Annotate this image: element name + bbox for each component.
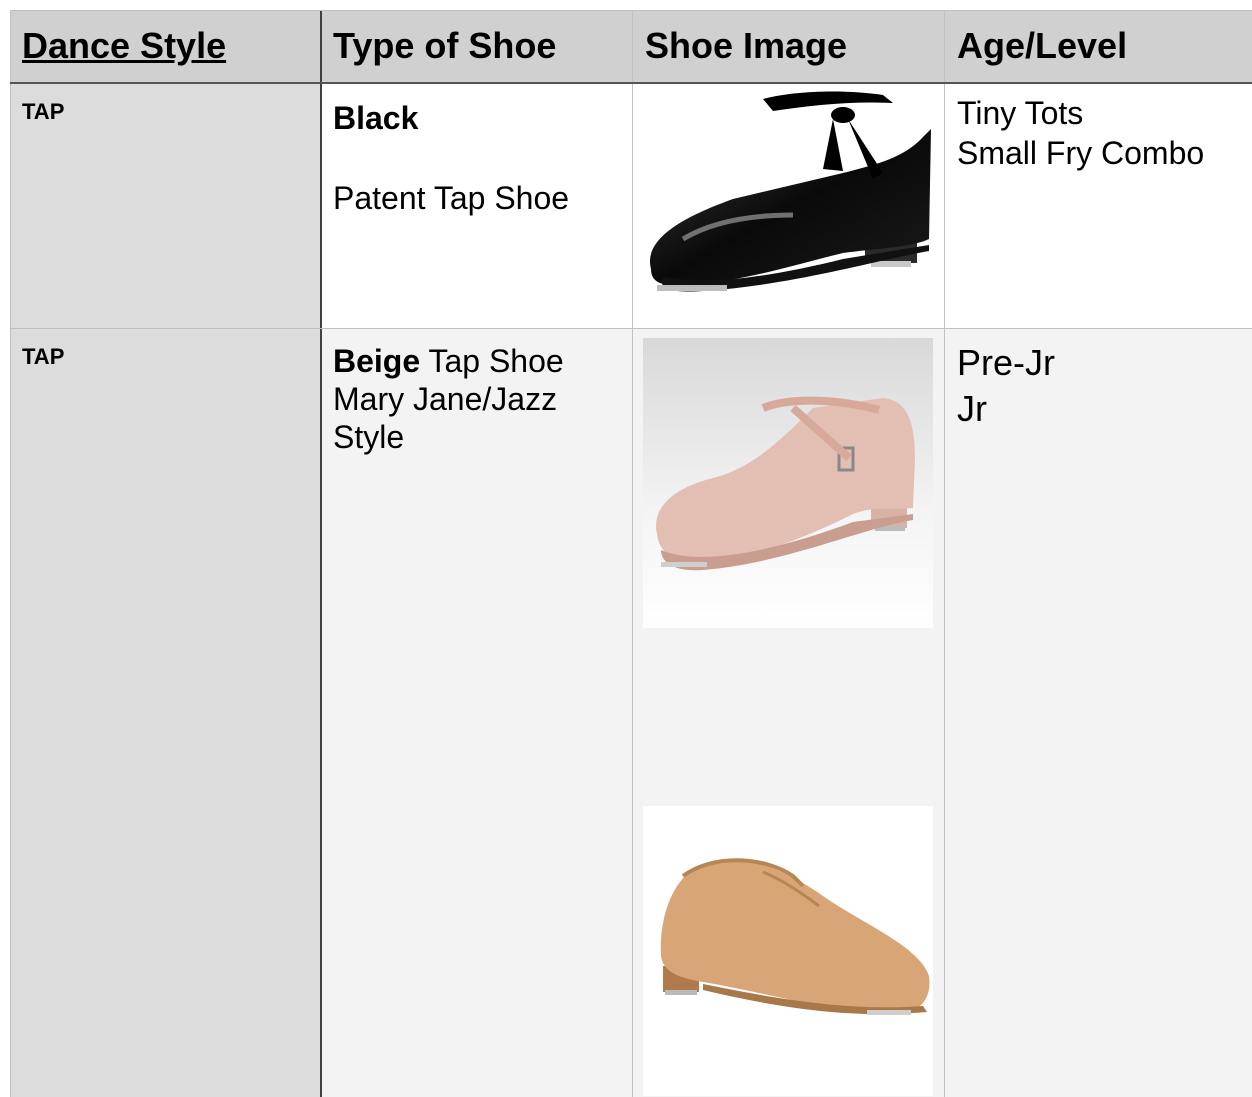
beige-mary-jane-tap-shoe-image <box>643 338 933 628</box>
row2-dance-style: TAP <box>10 328 321 1097</box>
row1-type-bold: Black <box>333 100 419 136</box>
header-shoe-image: Shoe Image <box>633 10 945 83</box>
row1-age-line-1: Tiny Tots <box>957 95 1084 131</box>
column-divider-1 <box>320 10 322 1097</box>
header-bottom-border <box>10 82 1252 84</box>
row2-type-bold: Beige <box>333 343 421 379</box>
shoe-requirements-table: Dance Style Type of Shoe Shoe Image Age/… <box>10 10 1252 1097</box>
row1-shoe-image <box>633 83 945 328</box>
column-divider-2 <box>632 10 633 1097</box>
table-top-border <box>10 10 1252 11</box>
row2-type-rest-3: Style <box>333 419 405 455</box>
header-age-level-label: Age/Level <box>957 25 1128 66</box>
column-divider-3 <box>944 10 945 1097</box>
row1-style-text: TAP <box>22 99 65 124</box>
row2-age-line-1: Pre-Jr <box>957 342 1055 383</box>
row2-style-text: TAP <box>22 344 65 369</box>
header-type-of-shoe: Type of Shoe <box>321 10 633 83</box>
row1-type-rest: Patent Tap Shoe <box>333 180 570 216</box>
header-shoe-image-label: Shoe Image <box>645 25 848 66</box>
row2-type-rest-1: Tap Shoe <box>420 343 564 379</box>
tan-slip-on-jazz-tap-shoe-image <box>643 806 933 1096</box>
row1-age-line-2: Small Fry Combo <box>957 135 1205 171</box>
header-dance-style-label: Dance Style <box>22 25 227 66</box>
row-divider-1 <box>10 328 1252 329</box>
table-left-border <box>10 10 11 1097</box>
header-age-level: Age/Level <box>945 10 1252 83</box>
black-patent-tap-shoe-image <box>649 91 931 292</box>
row1-age-level: Tiny Tots Small Fry Combo <box>945 83 1252 328</box>
header-dance-style: Dance Style <box>10 10 321 83</box>
row2-shoe-images <box>633 328 945 1097</box>
row1-dance-style: TAP <box>10 83 321 328</box>
header-type-of-shoe-label: Type of Shoe <box>333 25 557 66</box>
row2-age-level: Pre-Jr Jr <box>945 328 1252 1097</box>
row2-type-rest-2: Mary Jane/Jazz <box>333 381 558 417</box>
row2-type-of-shoe: Beige Tap Shoe Mary Jane/Jazz Style <box>321 328 633 1097</box>
row1-type-of-shoe: Black Patent Tap Shoe <box>321 83 633 328</box>
row2-age-line-2: Jr <box>957 388 987 429</box>
